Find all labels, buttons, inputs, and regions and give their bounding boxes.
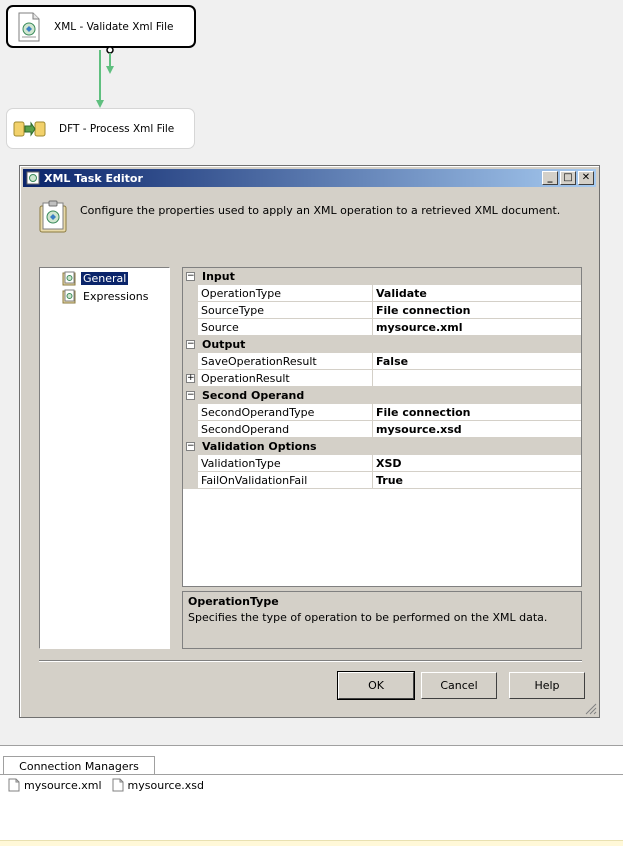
category-label: Input xyxy=(202,269,235,283)
resize-grip-icon[interactable] xyxy=(585,703,597,715)
property-row[interactable]: ValidationType XSD xyxy=(183,455,581,472)
xml-document-icon xyxy=(18,12,40,41)
nav-item-general-label: General xyxy=(81,271,129,285)
connection-manager-item[interactable]: mysource.xml xyxy=(8,778,102,792)
property-name: ValidationType xyxy=(198,455,373,471)
property-name: SaveOperationResult xyxy=(198,353,373,369)
tab-connection-managers[interactable]: Connection Managers xyxy=(3,756,155,775)
description-text: Specifies the type of operation to be pe… xyxy=(188,611,548,624)
category-input[interactable]: − Input xyxy=(183,268,581,285)
data-flow-icon xyxy=(13,120,46,137)
connection-manager-label: mysource.xml xyxy=(24,778,102,792)
dialog-header-text: Configure the properties used to apply a… xyxy=(80,204,561,217)
collapse-icon[interactable]: − xyxy=(186,441,195,451)
property-grid: − Input OperationType Validate SourceTyp… xyxy=(182,267,582,587)
category-label: Output xyxy=(202,337,246,351)
property-value[interactable]: False xyxy=(373,353,581,369)
category-output[interactable]: − Output xyxy=(183,336,581,353)
property-row[interactable]: SecondOperand mysource.xsd xyxy=(183,421,581,438)
expand-icon[interactable]: + xyxy=(186,373,195,383)
help-button[interactable]: Help xyxy=(509,672,585,699)
task-validate-xml[interactable]: XML - Validate Xml File xyxy=(6,5,196,48)
collapse-icon[interactable]: − xyxy=(186,271,195,281)
maximize-button[interactable]: □ xyxy=(560,171,576,185)
dialog-titlebar[interactable]: XML Task Editor _ □ ✕ xyxy=(23,169,596,187)
property-description-panel: OperationType Specifies the type of oper… xyxy=(182,591,582,649)
category-label: Validation Options xyxy=(202,439,317,453)
nav-item-general[interactable]: General xyxy=(62,270,169,286)
close-button[interactable]: ✕ xyxy=(578,171,594,185)
xml-task-icon xyxy=(26,171,40,185)
xml-task-editor-icon xyxy=(39,200,67,233)
description-title: OperationType xyxy=(188,595,279,608)
collapse-icon[interactable]: − xyxy=(186,390,195,400)
cancel-button[interactable]: Cancel xyxy=(421,672,497,699)
property-value[interactable]: mysource.xsd xyxy=(373,421,581,437)
collapse-icon[interactable]: − xyxy=(186,339,195,349)
category-validation-options[interactable]: − Validation Options xyxy=(183,438,581,455)
property-value[interactable]: mysource.xml xyxy=(373,319,581,335)
connection-managers-panel: mysource.xml mysource.xsd xyxy=(0,774,623,840)
property-name: SecondOperand xyxy=(198,421,373,437)
category-label: Second Operand xyxy=(202,388,305,402)
property-value[interactable]: Validate xyxy=(373,285,581,301)
task-dft-label: DFT - Process Xml File xyxy=(59,122,175,135)
divider xyxy=(39,660,582,662)
nav-item-expressions-label: Expressions xyxy=(83,289,149,303)
connection-manager-label: mysource.xsd xyxy=(127,778,205,792)
property-name: OperationResult xyxy=(198,370,373,386)
property-name: SecondOperandType xyxy=(198,404,373,420)
property-row[interactable]: + OperationResult xyxy=(183,370,581,387)
property-value[interactable]: File connection xyxy=(373,404,581,420)
minimize-button[interactable]: _ xyxy=(542,171,558,185)
connection-managers-area: Connection Managers mysource.xml mysourc… xyxy=(0,745,623,846)
control-flow-canvas: XML - Validate Xml File DFT - Process Xm… xyxy=(0,0,623,745)
property-value[interactable]: True xyxy=(373,472,581,488)
precedence-constraint-arrow[interactable] xyxy=(90,46,120,110)
ok-button[interactable]: OK xyxy=(337,671,415,700)
property-row[interactable]: Source mysource.xml xyxy=(183,319,581,336)
connection-manager-item[interactable]: mysource.xsd xyxy=(112,778,204,792)
dialog-header: Configure the properties used to apply a… xyxy=(38,200,560,234)
property-row[interactable]: SecondOperandType File connection xyxy=(183,404,581,421)
dialog-title: XML Task Editor xyxy=(44,171,143,185)
file-connection-icon xyxy=(8,778,20,792)
page-navigation: General Expressions xyxy=(39,267,170,649)
task-dft-process[interactable]: DFT - Process Xml File xyxy=(6,108,195,149)
nav-item-expressions[interactable]: Expressions xyxy=(62,288,169,304)
property-name: FailOnValidationFail xyxy=(198,472,373,488)
property-name: OperationType xyxy=(198,285,373,301)
property-value[interactable]: XSD xyxy=(373,455,581,471)
file-connection-icon xyxy=(112,778,124,792)
property-row[interactable]: SourceType File connection xyxy=(183,302,581,319)
xml-task-editor-dialog: XML Task Editor _ □ ✕ Configure the prop… xyxy=(19,165,600,718)
property-row[interactable]: FailOnValidationFail True xyxy=(183,472,581,489)
status-strip xyxy=(0,840,623,846)
property-row[interactable]: SaveOperationResult False xyxy=(183,353,581,370)
property-row[interactable]: OperationType Validate xyxy=(183,285,581,302)
property-name: SourceType xyxy=(198,302,373,318)
property-value[interactable]: File connection xyxy=(373,302,581,318)
property-name: Source xyxy=(198,319,373,335)
property-value[interactable] xyxy=(373,370,581,386)
property-page-icon xyxy=(62,289,76,303)
category-second-operand[interactable]: − Second Operand xyxy=(183,387,581,404)
task-validate-label: XML - Validate Xml File xyxy=(54,20,174,33)
property-page-icon xyxy=(62,271,76,285)
